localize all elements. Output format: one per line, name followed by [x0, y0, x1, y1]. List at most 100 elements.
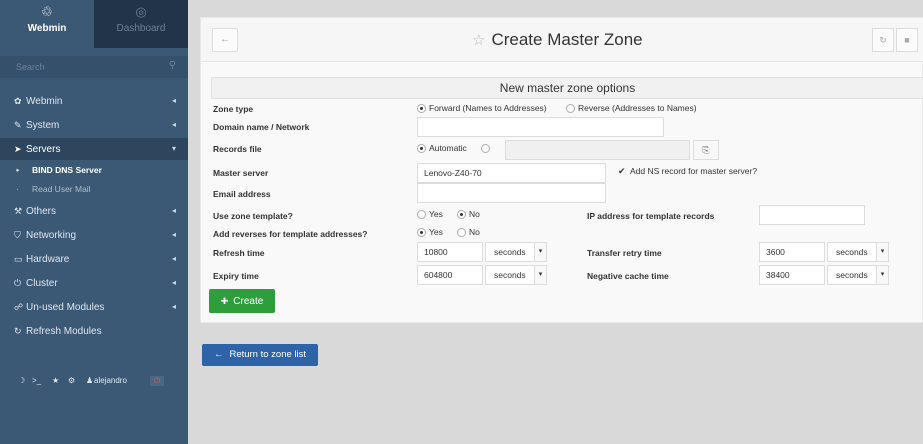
sidebar-item-label: Cluster [26, 278, 58, 289]
file-chooser-icon: ⎘ [702, 145, 710, 155]
wrench-icon: ✎ [14, 120, 22, 130]
return-to-zone-list-button[interactable]: ← Return to zone list [202, 344, 318, 366]
header-tools: ↻ ■ [872, 28, 923, 52]
sidebar-item-hardware[interactable]: ▭ Hardware ◂ [0, 248, 188, 270]
radio-selected-icon [417, 144, 426, 154]
radio-label: Forward (Names to Addresses) [429, 103, 547, 113]
add-reverses-yes-radio[interactable]: Yes [417, 227, 443, 238]
select-value: seconds [494, 270, 526, 280]
radio-label: No [469, 209, 480, 219]
hdd-icon: ▭ [14, 254, 23, 264]
refresh-button[interactable]: ↻ [872, 28, 894, 52]
panel-header: ← ☆ Create Master Zone ↻ ■ [201, 18, 923, 62]
arrow-left-icon: ← [213, 349, 224, 360]
negative-cache-unit-select[interactable]: seconds ▾ [827, 265, 889, 285]
caret-down-icon: ▾ [534, 243, 546, 261]
transfer-retry-unit-select[interactable]: seconds ▾ [827, 242, 889, 262]
master-server-input[interactable]: Lenovo-Z40-70 [417, 163, 606, 183]
negative-cache-label: Negative cache time [587, 271, 669, 281]
refresh-time-unit-select[interactable]: seconds ▾ [485, 242, 547, 262]
star-icon[interactable]: ★ [52, 376, 59, 385]
refresh-icon: ↻ [879, 35, 887, 45]
create-button[interactable]: ✚ Create [209, 289, 275, 313]
records-file-custom-radio[interactable] [481, 143, 493, 154]
return-button-label: Return to zone list [229, 349, 307, 360]
ip-template-input[interactable] [759, 205, 865, 225]
refresh-time-label: Refresh time [213, 248, 265, 258]
main-content: ← ☆ Create Master Zone ↻ ■ New master zon… [188, 0, 923, 444]
email-label: Email address [213, 189, 271, 199]
tools-icon: ⚒ [14, 206, 23, 216]
back-button[interactable]: ← [212, 28, 238, 52]
section-title: New master zone options [211, 77, 923, 99]
records-file-input[interactable] [505, 140, 690, 160]
sidebar-search[interactable]: Search ⚲ [0, 56, 188, 78]
chevron-left-icon: ◂ [171, 254, 176, 263]
sidebar-item-label: Webmin [26, 96, 63, 107]
toggle-button[interactable]: ■ [896, 28, 918, 52]
sidebar-item-networking[interactable]: ⛉ Networking ◂ [0, 224, 188, 246]
checkbox-label: Add NS record for master server? [630, 166, 758, 176]
dashboard-tab[interactable]: ◎ Dashboard [94, 0, 188, 48]
sidebar-subitem-label: BIND DNS Server [32, 165, 102, 175]
use-template-yes-radio[interactable]: Yes [417, 209, 443, 220]
webmin-tab-label: Webmin [27, 23, 67, 34]
bullet-icon: • [16, 165, 19, 175]
zone-type-reverse-radio[interactable]: Reverse (Addresses to Names) [566, 103, 697, 114]
username[interactable]: alejandro [94, 376, 127, 385]
caret-down-icon: ▾ [876, 266, 888, 284]
checkmark-icon: ✔ [618, 166, 626, 177]
sidebar-item-cluster[interactable]: ⏻ Cluster ◂ [0, 272, 188, 294]
chevron-left-icon: ◂ [171, 206, 176, 215]
terminal-icon[interactable]: >_ [32, 376, 41, 385]
page-title: ☆ Create Master Zone [472, 28, 643, 52]
sidebar-subitem-bind-dns[interactable]: • BIND DNS Server [0, 161, 188, 179]
webmin-tab[interactable]: ♲ Webmin [0, 0, 94, 48]
chevron-left-icon: ◂ [171, 230, 176, 239]
sidebar-item-webmin[interactable]: ✿ Webmin ◂ [0, 90, 188, 112]
square-icon: ■ [904, 35, 910, 45]
favorite-star-icon[interactable]: ☆ [472, 32, 485, 49]
logout-icon[interactable]: ⏻ [150, 376, 164, 386]
webmin-logo-icon: ♲ [41, 4, 53, 19]
add-ns-record-checkbox[interactable]: ✔ Add NS record for master server? [618, 166, 757, 176]
negative-cache-input[interactable]: 38400 [759, 265, 825, 285]
transfer-retry-input[interactable]: 3600 [759, 242, 825, 262]
expiry-time-unit-select[interactable]: seconds ▾ [485, 265, 547, 285]
moon-icon[interactable]: ☽ [18, 376, 25, 385]
expiry-time-input[interactable]: 604800 [417, 265, 483, 285]
sidebar-item-others[interactable]: ⚒ Others ◂ [0, 200, 188, 222]
sidebar-topbar: ♲ Webmin ◎ Dashboard [0, 0, 188, 48]
radio-label: Yes [429, 209, 443, 219]
radio-label: Yes [429, 227, 443, 237]
caret-down-icon: ▾ [534, 266, 546, 284]
records-file-automatic-radio[interactable]: Automatic [417, 143, 467, 154]
zone-type-forward-radio[interactable]: Forward (Names to Addresses) [417, 103, 547, 114]
sidebar-item-servers[interactable]: ➤ Servers ▾ [0, 138, 188, 160]
email-input[interactable] [417, 183, 606, 203]
sidebar-footer: ☽ >_ ★ ⚙ ♟ alejandro ⏻ [14, 376, 174, 390]
expiry-time-label: Expiry time [213, 271, 259, 281]
shield-icon: ⛉ [14, 230, 21, 240]
radio-unselected-icon [417, 210, 426, 220]
sidebar-subitem-label: Read User Mail [32, 184, 91, 194]
cogs-icon[interactable]: ⚙ [68, 376, 75, 385]
radio-label: Reverse (Addresses to Names) [578, 103, 697, 113]
add-reverses-no-radio[interactable]: No [457, 227, 480, 238]
radio-label: No [469, 227, 480, 237]
use-template-no-radio[interactable]: No [457, 209, 480, 220]
user-icon: ♟ [86, 376, 94, 385]
radio-unselected-icon [457, 228, 466, 238]
sidebar: ♲ Webmin ◎ Dashboard Search ⚲ ✿ Webmin ◂ … [0, 0, 188, 444]
search-input[interactable]: Search [16, 62, 45, 72]
form-panel: ← ☆ Create Master Zone ↻ ■ New master zon… [200, 17, 923, 323]
sidebar-item-unused-modules[interactable]: ☍ Un-used Modules ◂ [0, 296, 188, 318]
power-icon: ⏻ [14, 278, 22, 288]
dashboard-icon: ◎ [135, 4, 147, 19]
domain-input[interactable] [417, 117, 664, 137]
file-chooser-button[interactable]: ⎘ [693, 140, 719, 160]
refresh-time-input[interactable]: 10800 [417, 242, 483, 262]
sidebar-item-system[interactable]: ✎ System ◂ [0, 114, 188, 136]
sidebar-item-refresh-modules[interactable]: ↻ Refresh Modules [0, 320, 188, 342]
sidebar-subitem-read-mail[interactable]: · Read User Mail [0, 180, 188, 198]
